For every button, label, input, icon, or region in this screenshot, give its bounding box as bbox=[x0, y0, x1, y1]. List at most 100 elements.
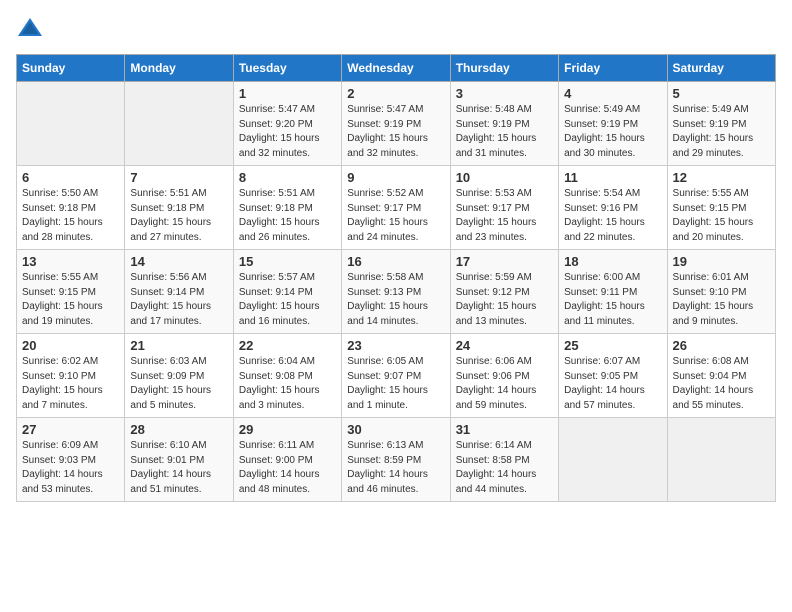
calendar-cell: 27 Sunrise: 6:09 AM Sunset: 9:03 PM Dayli… bbox=[17, 418, 125, 502]
calendar-cell: 28 Sunrise: 6:10 AM Sunset: 9:01 PM Dayli… bbox=[125, 418, 233, 502]
calendar-cell: 31 Sunrise: 6:14 AM Sunset: 8:58 PM Dayli… bbox=[450, 418, 558, 502]
calendar-cell: 14Sunrise: 5:56 AM Sunset: 9:14 PM Dayli… bbox=[125, 250, 233, 334]
day-info: Sunrise: 5:54 AM Sunset: 9:16 PM Dayligh… bbox=[564, 187, 661, 245]
calendar-cell: 19 Sunrise: 6:01 AM Sunset: 9:10 PM Dayli… bbox=[667, 250, 775, 334]
calendar-cell: 9 Sunrise: 5:52 AM Sunset: 9:17 PM Daylig… bbox=[342, 166, 450, 250]
day-number: 7 bbox=[130, 170, 227, 185]
calendar-cell: 2 Sunrise: 5:47 AM Sunset: 9:19 PM Daylig… bbox=[342, 82, 450, 166]
day-number: 28 bbox=[130, 422, 227, 437]
day-number: 4 bbox=[564, 86, 661, 101]
page-header bbox=[16, 16, 776, 44]
calendar-cell: 26 Sunrise: 6:08 AM Sunset: 9:04 PM Dayli… bbox=[667, 334, 775, 418]
calendar-cell bbox=[125, 82, 233, 166]
day-number: 14 bbox=[130, 254, 227, 269]
day-number: 29 bbox=[239, 422, 336, 437]
day-number: 10 bbox=[456, 170, 553, 185]
day-number: 21 bbox=[130, 338, 227, 353]
calendar-cell: 3 Sunrise: 5:48 AM Sunset: 9:19 PM Daylig… bbox=[450, 82, 558, 166]
day-number: 16 bbox=[347, 254, 444, 269]
calendar-cell: 16Sunrise: 5:58 AM Sunset: 9:13 PM Dayli… bbox=[342, 250, 450, 334]
calendar-week-1: 1 Sunrise: 5:47 AM Sunset: 9:20 PM Daylig… bbox=[17, 82, 776, 166]
day-info: Sunrise: 5:47 AM Sunset: 9:20 PM Dayligh… bbox=[239, 103, 336, 161]
day-number: 5 bbox=[673, 86, 770, 101]
calendar-cell: 13Sunrise: 5:55 AM Sunset: 9:15 PM Dayli… bbox=[17, 250, 125, 334]
day-info: Sunrise: 6:01 AM Sunset: 9:10 PM Dayligh… bbox=[673, 271, 770, 329]
day-info: Sunrise: 6:03 AM Sunset: 9:09 PM Dayligh… bbox=[130, 355, 227, 413]
day-number: 18 bbox=[564, 254, 661, 269]
day-number: 3 bbox=[456, 86, 553, 101]
calendar-cell: 23 Sunrise: 6:05 AM Sunset: 9:07 PM Dayli… bbox=[342, 334, 450, 418]
day-number: 27 bbox=[22, 422, 119, 437]
calendar-cell bbox=[17, 82, 125, 166]
calendar-cell: 12Sunrise: 5:55 AM Sunset: 9:15 PM Dayli… bbox=[667, 166, 775, 250]
day-number: 31 bbox=[456, 422, 553, 437]
day-info: Sunrise: 5:50 AM Sunset: 9:18 PM Dayligh… bbox=[22, 187, 119, 245]
day-number: 22 bbox=[239, 338, 336, 353]
calendar-cell: 20 Sunrise: 6:02 AM Sunset: 9:10 PM Dayli… bbox=[17, 334, 125, 418]
day-info: Sunrise: 6:05 AM Sunset: 9:07 PM Dayligh… bbox=[347, 355, 444, 413]
calendar-cell: 22 Sunrise: 6:04 AM Sunset: 9:08 PM Dayli… bbox=[233, 334, 341, 418]
calendar-cell: 4Sunrise: 5:49 AM Sunset: 9:19 PM Daylig… bbox=[559, 82, 667, 166]
logo bbox=[16, 16, 48, 44]
calendar-week-2: 6 Sunrise: 5:50 AM Sunset: 9:18 PM Daylig… bbox=[17, 166, 776, 250]
day-info: Sunrise: 5:55 AM Sunset: 9:15 PM Dayligh… bbox=[22, 271, 119, 329]
calendar-cell bbox=[667, 418, 775, 502]
day-number: 24 bbox=[456, 338, 553, 353]
calendar-cell: 25Sunrise: 6:07 AM Sunset: 9:05 PM Dayli… bbox=[559, 334, 667, 418]
day-info: Sunrise: 6:11 AM Sunset: 9:00 PM Dayligh… bbox=[239, 439, 336, 497]
weekday-header-thursday: Thursday bbox=[450, 55, 558, 82]
weekday-header-tuesday: Tuesday bbox=[233, 55, 341, 82]
weekday-header-friday: Friday bbox=[559, 55, 667, 82]
day-info: Sunrise: 6:07 AM Sunset: 9:05 PM Dayligh… bbox=[564, 355, 661, 413]
day-info: Sunrise: 6:14 AM Sunset: 8:58 PM Dayligh… bbox=[456, 439, 553, 497]
calendar-cell: 7 Sunrise: 5:51 AM Sunset: 9:18 PM Daylig… bbox=[125, 166, 233, 250]
day-info: Sunrise: 6:13 AM Sunset: 8:59 PM Dayligh… bbox=[347, 439, 444, 497]
day-info: Sunrise: 5:48 AM Sunset: 9:19 PM Dayligh… bbox=[456, 103, 553, 161]
day-info: Sunrise: 6:00 AM Sunset: 9:11 PM Dayligh… bbox=[564, 271, 661, 329]
day-number: 17 bbox=[456, 254, 553, 269]
calendar-cell bbox=[559, 418, 667, 502]
weekday-header-sunday: Sunday bbox=[17, 55, 125, 82]
day-number: 23 bbox=[347, 338, 444, 353]
calendar-cell: 1 Sunrise: 5:47 AM Sunset: 9:20 PM Daylig… bbox=[233, 82, 341, 166]
calendar-cell: 30 Sunrise: 6:13 AM Sunset: 8:59 PM Dayli… bbox=[342, 418, 450, 502]
calendar-cell: 21 Sunrise: 6:03 AM Sunset: 9:09 PM Dayli… bbox=[125, 334, 233, 418]
calendar-week-3: 13Sunrise: 5:55 AM Sunset: 9:15 PM Dayli… bbox=[17, 250, 776, 334]
calendar-week-5: 27 Sunrise: 6:09 AM Sunset: 9:03 PM Dayli… bbox=[17, 418, 776, 502]
day-info: Sunrise: 6:10 AM Sunset: 9:01 PM Dayligh… bbox=[130, 439, 227, 497]
day-number: 2 bbox=[347, 86, 444, 101]
day-info: Sunrise: 5:51 AM Sunset: 9:18 PM Dayligh… bbox=[239, 187, 336, 245]
day-info: Sunrise: 5:51 AM Sunset: 9:18 PM Dayligh… bbox=[130, 187, 227, 245]
weekday-header-monday: Monday bbox=[125, 55, 233, 82]
calendar-cell: 29 Sunrise: 6:11 AM Sunset: 9:00 PM Dayli… bbox=[233, 418, 341, 502]
day-info: Sunrise: 5:55 AM Sunset: 9:15 PM Dayligh… bbox=[673, 187, 770, 245]
calendar-cell: 6 Sunrise: 5:50 AM Sunset: 9:18 PM Daylig… bbox=[17, 166, 125, 250]
day-info: Sunrise: 6:09 AM Sunset: 9:03 PM Dayligh… bbox=[22, 439, 119, 497]
day-info: Sunrise: 5:52 AM Sunset: 9:17 PM Dayligh… bbox=[347, 187, 444, 245]
logo-icon bbox=[16, 16, 44, 44]
day-info: Sunrise: 5:49 AM Sunset: 9:19 PM Dayligh… bbox=[673, 103, 770, 161]
day-info: Sunrise: 5:47 AM Sunset: 9:19 PM Dayligh… bbox=[347, 103, 444, 161]
day-info: Sunrise: 6:02 AM Sunset: 9:10 PM Dayligh… bbox=[22, 355, 119, 413]
calendar-cell: 10 Sunrise: 5:53 AM Sunset: 9:17 PM Dayli… bbox=[450, 166, 558, 250]
day-info: Sunrise: 6:04 AM Sunset: 9:08 PM Dayligh… bbox=[239, 355, 336, 413]
weekday-header-saturday: Saturday bbox=[667, 55, 775, 82]
day-number: 19 bbox=[673, 254, 770, 269]
day-number: 1 bbox=[239, 86, 336, 101]
calendar-cell: 15 Sunrise: 5:57 AM Sunset: 9:14 PM Dayli… bbox=[233, 250, 341, 334]
day-info: Sunrise: 6:08 AM Sunset: 9:04 PM Dayligh… bbox=[673, 355, 770, 413]
day-number: 6 bbox=[22, 170, 119, 185]
calendar-cell: 18 Sunrise: 6:00 AM Sunset: 9:11 PM Dayli… bbox=[559, 250, 667, 334]
day-info: Sunrise: 6:06 AM Sunset: 9:06 PM Dayligh… bbox=[456, 355, 553, 413]
calendar-cell: 8 Sunrise: 5:51 AM Sunset: 9:18 PM Daylig… bbox=[233, 166, 341, 250]
day-number: 15 bbox=[239, 254, 336, 269]
day-number: 26 bbox=[673, 338, 770, 353]
day-info: Sunrise: 5:57 AM Sunset: 9:14 PM Dayligh… bbox=[239, 271, 336, 329]
calendar-cell: 5 Sunrise: 5:49 AM Sunset: 9:19 PM Daylig… bbox=[667, 82, 775, 166]
day-number: 30 bbox=[347, 422, 444, 437]
calendar-week-4: 20 Sunrise: 6:02 AM Sunset: 9:10 PM Dayli… bbox=[17, 334, 776, 418]
day-number: 9 bbox=[347, 170, 444, 185]
day-number: 20 bbox=[22, 338, 119, 353]
day-info: Sunrise: 5:53 AM Sunset: 9:17 PM Dayligh… bbox=[456, 187, 553, 245]
day-number: 8 bbox=[239, 170, 336, 185]
